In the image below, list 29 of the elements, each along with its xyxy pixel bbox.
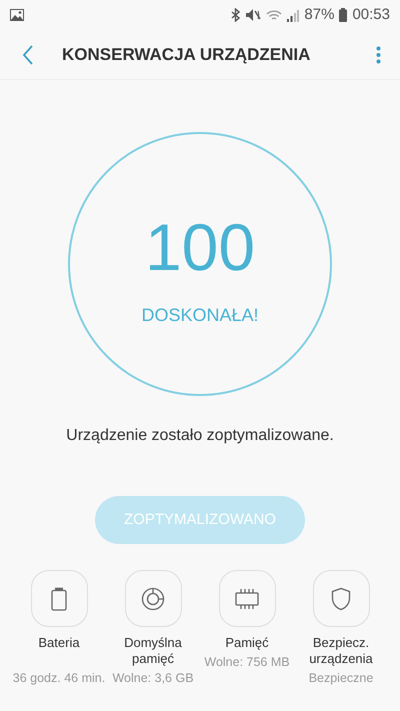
clock: 00:53 [352, 4, 390, 25]
bluetooth-icon [231, 8, 240, 22]
tile-button[interactable] [30, 570, 88, 627]
tile-label: Bateria [37, 635, 81, 651]
more-options-icon[interactable] [374, 44, 382, 64]
wifi-icon [266, 8, 282, 22]
shield-icon [331, 586, 351, 610]
tile-label: Bezpiecz. urządzenia [308, 635, 374, 667]
score-rating: DOSKONAŁA! [141, 304, 259, 326]
battery-percent: 87% [304, 4, 334, 25]
tile-detail: Bezpieczne [308, 670, 374, 687]
signal-icon [287, 8, 300, 22]
battery-icon [339, 8, 348, 22]
status-message: Urządzenie zostało zoptymalizowane. [65, 426, 335, 446]
chip-icon [234, 588, 260, 610]
tile-button[interactable] [124, 570, 182, 627]
tile-label: Domyślna pamięć [123, 635, 183, 667]
score-value: 100 [144, 214, 256, 280]
tile-detail: Wolne: 756 MB [204, 654, 290, 671]
tile-label: Pamięć [224, 635, 270, 651]
battery-icon [51, 586, 67, 610]
tile-button[interactable] [312, 570, 370, 627]
tile-detail: 36 godz. 46 min. [12, 670, 106, 687]
tile-button[interactable] [218, 570, 276, 627]
tile-detail: Wolne: 3,6 GB [112, 670, 194, 687]
image-icon [10, 9, 24, 21]
disc-icon [141, 586, 165, 610]
page-title: KONSERWACJA URZĄDZENIA [62, 44, 310, 66]
mute-icon [245, 8, 262, 22]
